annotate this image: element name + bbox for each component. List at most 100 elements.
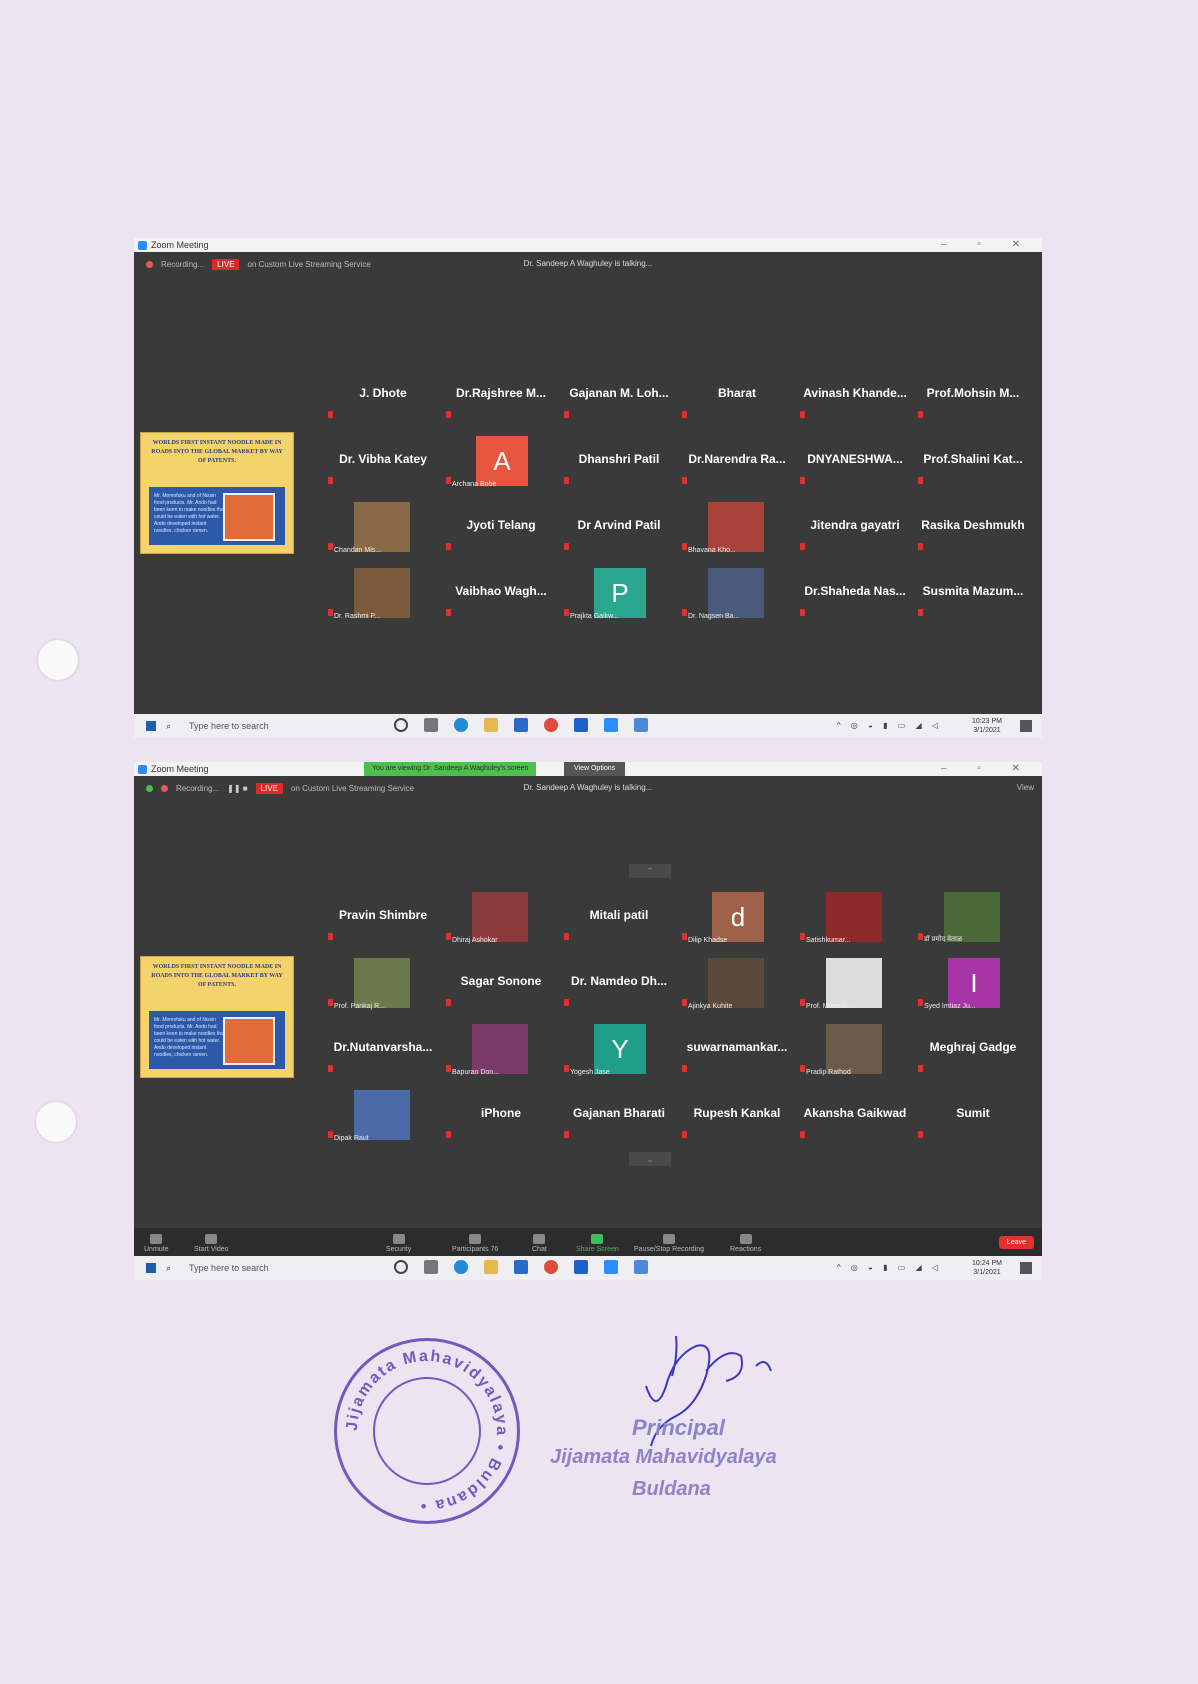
participant-tile[interactable]: Pravin Shimbre <box>324 884 442 950</box>
participant-tile[interactable]: Dr. Rashmi P... <box>324 560 442 626</box>
participant-tile[interactable]: Dr. Nagsen Ba... <box>678 560 796 626</box>
photos-icon[interactable] <box>634 718 648 732</box>
file-explorer-icon[interactable] <box>484 718 498 732</box>
notification-icon[interactable] <box>1020 720 1032 732</box>
cortana-icon[interactable] <box>394 718 408 732</box>
participant-tile[interactable]: P Prajkta Gaikw... <box>560 560 678 626</box>
view-options-button[interactable]: View Options <box>564 762 626 776</box>
leave-button[interactable]: Leave <box>998 1236 1034 1249</box>
participant-tile[interactable]: Prof.Shalini Kat... <box>914 428 1032 494</box>
mail-icon[interactable] <box>514 1260 528 1274</box>
participant-tile[interactable]: iPhone <box>442 1082 560 1148</box>
participant-tile[interactable]: Dr.Rajshree M... <box>442 362 560 428</box>
participant-tile[interactable]: Bhavana Kho... <box>678 494 796 560</box>
participant-tile[interactable]: Prof. Pankaj R... <box>324 950 442 1016</box>
task-view-icon[interactable] <box>424 718 438 732</box>
participant-tile[interactable]: Dr Arvind Patil <box>560 494 678 560</box>
notification-icon[interactable] <box>1020 1262 1032 1274</box>
participant-photo <box>472 892 528 942</box>
search-icon[interactable]: ⌕ <box>166 1263 171 1274</box>
participant-tile[interactable]: I Syed Imtiaz Ju... <box>914 950 1032 1016</box>
participant-tile[interactable]: Dhanshri Patil <box>560 428 678 494</box>
participant-grid: J. Dhote Dr.Rajshree M... Gajanan M. Loh..… <box>324 362 1032 626</box>
participant-tile[interactable]: Dhiraj Ashokar <box>442 884 560 950</box>
scroll-down-button[interactable]: ⌄ <box>629 1152 671 1166</box>
participant-tile[interactable]: Dr.Nutanvarsha... <box>324 1016 442 1082</box>
windows-start-icon[interactable] <box>146 721 156 731</box>
participant-tile[interactable]: Gajanan Bharati <box>560 1082 678 1148</box>
participants-button[interactable]: Participants 76 <box>452 1234 498 1253</box>
clock[interactable]: 10:24 PM 3/1/2021 <box>972 1259 1002 1277</box>
view-button[interactable]: View <box>1017 783 1034 792</box>
muted-mic-icon <box>682 477 687 484</box>
zoom-app-icon[interactable] <box>604 718 618 732</box>
security-button[interactable]: Security <box>386 1234 411 1253</box>
participant-tile[interactable]: Vaibhao Wagh... <box>442 560 560 626</box>
participant-tile[interactable]: suwarnamankar... <box>678 1016 796 1082</box>
participant-tile[interactable]: Dr. Vibha Katey <box>324 428 442 494</box>
participant-tile[interactable]: Rasika Deshmukh <box>914 494 1032 560</box>
participant-tile[interactable]: Bapurao Don... <box>442 1016 560 1082</box>
pause-stop-recording-button[interactable]: Pause/Stop Recording <box>634 1234 704 1253</box>
participant-tile[interactable]: A Archana Bobe <box>442 428 560 494</box>
participant-tile[interactable]: Avinash Khande... <box>796 362 914 428</box>
shared-screen-thumbnail[interactable]: WORLDS FIRST INSTANT NOODLE MADE IN ROAD… <box>140 432 294 554</box>
participant-tile[interactable]: Pradip Rathod <box>796 1016 914 1082</box>
edge-icon[interactable] <box>454 1260 468 1274</box>
outlook-icon[interactable] <box>574 718 588 732</box>
edge-icon[interactable] <box>454 718 468 732</box>
zoom-app-icon[interactable] <box>604 1260 618 1274</box>
participant-tile[interactable]: Ajinkya Kuhite <box>678 950 796 1016</box>
participant-tile[interactable]: d Dilip Khadse <box>678 884 796 950</box>
participant-tile[interactable]: Dr.Narendra Ra... <box>678 428 796 494</box>
task-view-icon[interactable] <box>424 1260 438 1274</box>
participant-tile[interactable]: Dr.Shaheda Nas... <box>796 560 914 626</box>
cortana-icon[interactable] <box>394 1260 408 1274</box>
participant-tile[interactable]: Jitendra gayatri <box>796 494 914 560</box>
participant-tile[interactable]: Susmita Mazum... <box>914 560 1032 626</box>
participant-tile[interactable]: Y Yogesh Jase <box>560 1016 678 1082</box>
participant-tile[interactable]: DNYANESHWA... <box>796 428 914 494</box>
file-explorer-icon[interactable] <box>484 1260 498 1274</box>
mail-icon[interactable] <box>514 718 528 732</box>
participant-tile[interactable]: Prof. Munesh... <box>796 950 914 1016</box>
shared-screen-thumbnail[interactable]: WORLDS FIRST INSTANT NOODLE MADE IN ROAD… <box>140 956 294 1078</box>
photos-icon[interactable] <box>634 1260 648 1274</box>
participant-tile[interactable]: Jyoti Telang <box>442 494 560 560</box>
talking-indicator: Dr. Sandeep A Waghuley is talking... <box>523 259 653 268</box>
chrome-icon[interactable] <box>544 1260 558 1274</box>
participant-tile[interactable]: Bharat <box>678 362 796 428</box>
search-icon[interactable]: ⌕ <box>166 721 171 732</box>
system-tray[interactable]: ^ ◎ ◒ ▮ ▭ ◢ ◁ <box>837 721 942 730</box>
start-video-button[interactable]: Start Video <box>194 1234 229 1253</box>
participant-tile[interactable]: J. Dhote <box>324 362 442 428</box>
scroll-up-button[interactable]: ⌃ <box>629 864 671 878</box>
participant-tile[interactable]: डॉ प्रमोद वेताळ <box>914 884 1032 950</box>
share-screen-button[interactable]: Share Screen <box>576 1234 619 1253</box>
reactions-button[interactable]: Reactions <box>730 1234 761 1253</box>
participant-tile[interactable]: Sagar Sonone <box>442 950 560 1016</box>
participant-tile[interactable]: Mitali patil <box>560 884 678 950</box>
participant-tile[interactable]: Meghraj Gadge <box>914 1016 1032 1082</box>
participant-tile[interactable]: Sumit <box>914 1082 1032 1148</box>
clock[interactable]: 10:23 PM 3/1/2021 <box>972 717 1002 735</box>
window-controls[interactable]: – ▫ ✕ <box>941 763 1034 774</box>
window-controls[interactable]: – ▫ ✕ <box>941 239 1034 250</box>
chrome-icon[interactable] <box>544 718 558 732</box>
chat-button[interactable]: Chat <box>532 1234 547 1253</box>
participant-tile[interactable]: Akansha Gaikwad <box>796 1082 914 1148</box>
participant-tile[interactable]: Satishkumar... <box>796 884 914 950</box>
participant-photo <box>354 502 410 552</box>
outlook-icon[interactable] <box>574 1260 588 1274</box>
system-tray[interactable]: ^ ◎ ◒ ▮ ▭ ◢ ◁ <box>837 1263 942 1272</box>
windows-start-icon[interactable] <box>146 1263 156 1273</box>
participant-tile[interactable]: Dipak Raut <box>324 1082 442 1148</box>
taskbar-search[interactable]: Type here to search <box>189 1263 269 1273</box>
participant-tile[interactable]: Chandan Mis... <box>324 494 442 560</box>
participant-tile[interactable]: Prof.Mohsin M... <box>914 362 1032 428</box>
participant-tile[interactable]: Gajanan M. Loh... <box>560 362 678 428</box>
participant-tile[interactable]: Rupesh Kankal <box>678 1082 796 1148</box>
participant-tile[interactable]: Dr. Namdeo Dh... <box>560 950 678 1016</box>
unmute-button[interactable]: Unmute <box>144 1234 169 1253</box>
taskbar-search[interactable]: Type here to search <box>189 721 269 731</box>
